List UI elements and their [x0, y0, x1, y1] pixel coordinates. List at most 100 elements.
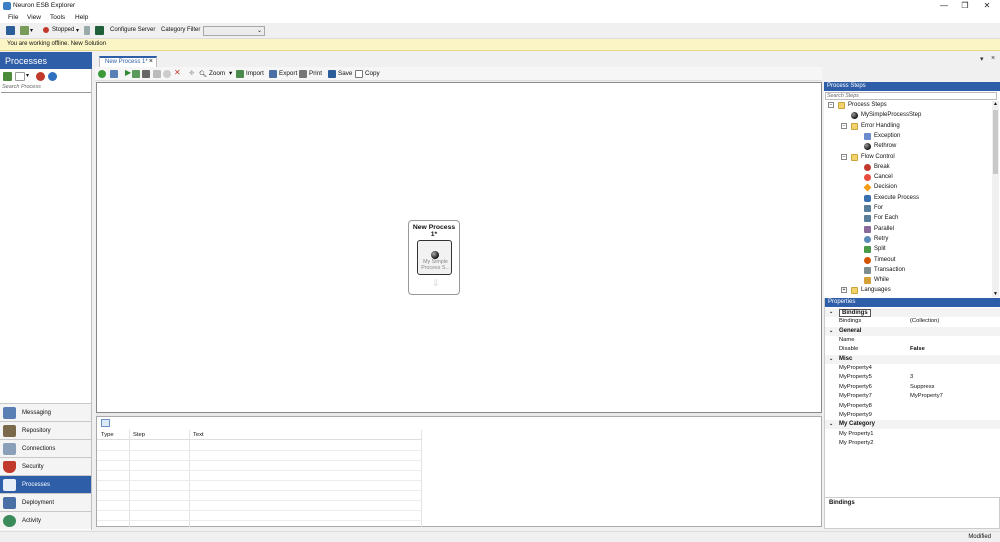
process-step[interactable]: My Simple Process S... — [417, 240, 452, 275]
print-icon — [299, 70, 307, 78]
scroll-up-icon[interactable]: ▲ — [993, 101, 998, 107]
new-dropdown-icon[interactable]: ▾ — [26, 72, 29, 79]
property-row[interactable]: Disable False — [825, 345, 1000, 354]
open-solution-icon[interactable] — [20, 26, 29, 35]
cancel-icon — [864, 174, 871, 182]
menu-file[interactable]: File — [8, 14, 18, 21]
menu-view[interactable]: View — [27, 14, 41, 21]
property-value[interactable]: (Collection) — [910, 318, 939, 324]
property-value[interactable]: 3 — [910, 374, 913, 380]
delete-icon[interactable] — [36, 72, 45, 81]
debug-icon[interactable] — [142, 70, 150, 78]
info-icon[interactable] — [48, 72, 57, 81]
scroll-down-icon[interactable]: ▼ — [993, 291, 998, 297]
process-container[interactable]: New Process 1* My Simple Process S... ⇩ — [408, 220, 460, 295]
property-name: Disable — [839, 346, 859, 353]
status-bar: Modified — [0, 531, 1000, 542]
property-row[interactable]: MyProperty5 3 — [825, 373, 1000, 382]
nav-repository[interactable]: Repository — [0, 421, 91, 439]
close-window-button[interactable]: ✕ — [976, 0, 998, 12]
nav-processes[interactable]: Processes — [0, 475, 91, 493]
title-bar: Neuron ESB Explorer — ❐ ✕ — [0, 0, 1000, 12]
step-icon[interactable] — [132, 70, 140, 78]
undo-icon[interactable] — [110, 70, 118, 78]
server-status[interactable]: Stopped — [52, 27, 74, 33]
property-row[interactable]: MyProperty9 — [825, 411, 1000, 420]
print-button[interactable]: Print — [309, 70, 322, 77]
move-icon[interactable]: ✥ — [189, 70, 194, 77]
column-type[interactable]: Type — [101, 432, 114, 438]
property-category[interactable]: ⌄ Bindings — [825, 308, 1000, 318]
zoom-button[interactable]: Zoom — [209, 70, 225, 77]
save-button[interactable]: Save — [338, 70, 352, 77]
property-value[interactable]: False — [910, 346, 925, 352]
property-row[interactable]: Bindings (Collection) — [825, 317, 1000, 326]
menu-tools[interactable]: Tools — [50, 14, 65, 21]
collapse-icon[interactable]: − — [841, 153, 847, 160]
collapse-icon[interactable]: ⌄ — [829, 356, 833, 362]
maximize-button[interactable]: ❐ — [954, 0, 976, 12]
run-icon[interactable]: ▶ — [125, 68, 131, 77]
nav-messaging[interactable]: Messaging — [0, 403, 91, 421]
nav-activity[interactable]: Activity — [0, 511, 91, 529]
copy-results-icon[interactable] — [101, 419, 110, 427]
process-canvas[interactable]: New Process 1* My Simple Process S... ⇩ — [96, 82, 822, 413]
close-document-icon[interactable]: × — [991, 55, 995, 62]
property-row[interactable]: MyProperty8 — [825, 402, 1000, 411]
collapse-icon[interactable]: − — [828, 102, 834, 108]
search-steps-input[interactable]: Search Steps — [825, 92, 997, 100]
column-text[interactable]: Text — [193, 432, 204, 438]
save-icon[interactable] — [6, 26, 15, 35]
status-dropdown-icon[interactable]: ▾ — [76, 27, 79, 34]
collapse-icon[interactable]: ⌄ — [829, 309, 833, 315]
property-category[interactable]: ⌄ General — [825, 326, 1000, 336]
row-divider — [97, 510, 421, 511]
property-value[interactable]: Suppress — [910, 384, 935, 390]
export-button[interactable]: Export — [279, 70, 297, 77]
add-process-icon[interactable] — [3, 72, 12, 81]
pause-icon[interactable] — [153, 70, 161, 78]
validate-icon[interactable] — [98, 70, 106, 78]
tab-new-process[interactable]: New Process 1* × — [99, 56, 157, 67]
expand-icon[interactable]: + — [841, 287, 847, 294]
property-row[interactable]: MyProperty6 Suppress — [825, 383, 1000, 392]
process-title: New Process 1* — [412, 224, 456, 238]
property-category[interactable]: ⌄ Misc — [825, 354, 1000, 365]
property-row[interactable]: MyProperty7 MyProperty7 — [825, 392, 1000, 401]
tab-list-icon[interactable]: ▾ — [980, 55, 984, 63]
lock-icon[interactable] — [84, 26, 90, 35]
split-icon — [864, 246, 871, 254]
nav-connections[interactable]: Connections — [0, 439, 91, 457]
collapse-icon[interactable]: − — [841, 122, 847, 129]
collapse-icon[interactable]: ⌄ — [829, 328, 833, 334]
property-category[interactable]: ⌄ My Category — [825, 420, 1000, 430]
nav-security[interactable]: Security — [0, 457, 91, 475]
properties-title: Properties — [825, 298, 1000, 307]
category-filter-select[interactable]: ⌄ — [203, 26, 265, 36]
delete-step-icon[interactable]: ✕ — [174, 68, 181, 77]
close-tab-icon[interactable]: × — [149, 58, 153, 65]
property-row[interactable]: My Property1 — [825, 430, 1000, 439]
import-button[interactable]: Import — [246, 70, 264, 77]
copy-button[interactable]: Copy — [365, 70, 380, 77]
search-process-input[interactable]: Search Process — [1, 84, 91, 93]
new-process-icon[interactable] — [15, 72, 25, 81]
property-value[interactable]: MyProperty7 — [910, 393, 943, 399]
property-row[interactable]: My Property2 — [825, 439, 1000, 448]
steps-scrollbar[interactable]: ▲ ▼ — [992, 101, 999, 297]
step-label: My Simple Process S... — [421, 259, 450, 271]
minimize-button[interactable]: — — [933, 0, 955, 12]
collapse-icon[interactable]: ⌄ — [829, 421, 833, 427]
configure-server-button[interactable]: Configure Server — [110, 27, 155, 33]
column-step[interactable]: Step — [133, 432, 145, 438]
stop-debug-icon[interactable] — [163, 70, 171, 78]
zoom-dropdown-icon[interactable]: ▾ — [229, 70, 232, 77]
nav-label: Activity — [22, 518, 42, 524]
property-row[interactable]: MyProperty4 — [825, 364, 1000, 373]
nav-deployment[interactable]: Deployment — [0, 493, 91, 511]
dropdown-arrow-icon[interactable]: ▾ — [30, 27, 33, 34]
console-icon[interactable] — [95, 26, 104, 35]
property-row[interactable]: Name — [825, 336, 1000, 345]
scroll-thumb[interactable] — [993, 110, 998, 174]
menu-help[interactable]: Help — [75, 14, 88, 21]
